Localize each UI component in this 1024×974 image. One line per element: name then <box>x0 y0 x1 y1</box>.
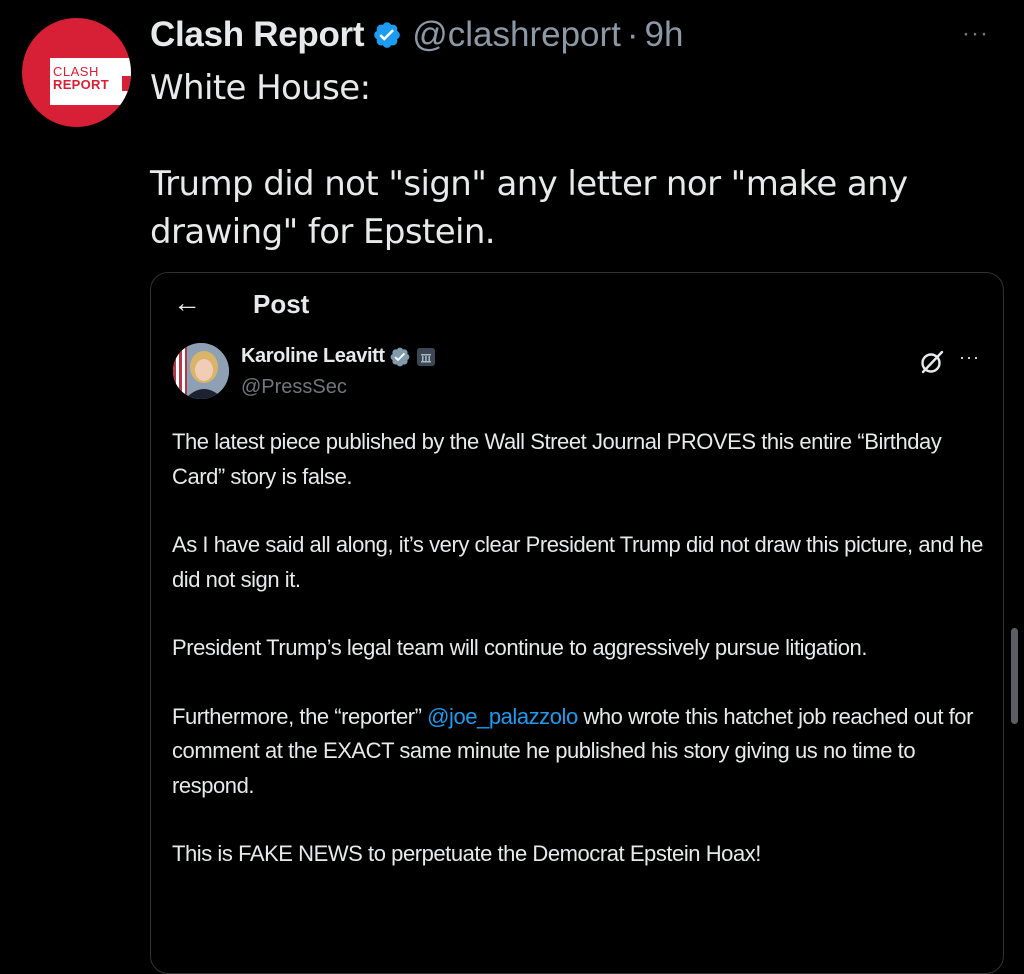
mention-prefix-text: Furthermore, the “reporter” <box>172 703 428 729</box>
quote-paragraph-with-mention: Furthermore, the “reporter” @joe_palazzo… <box>172 700 992 804</box>
quote-author-name[interactable]: Karoline Leavitt <box>241 345 385 368</box>
separator-dot: · <box>626 15 639 54</box>
author-name[interactable]: Clash Report <box>150 15 365 55</box>
post-header-title: Post <box>253 289 310 319</box>
quote-more-options-icon[interactable]: ··· <box>959 347 980 368</box>
post-time[interactable]: 9h <box>645 15 684 55</box>
quote-author-row: Karoline Leavitt <box>241 345 435 368</box>
quoted-post-card[interactable]: ← Post Karoline Leavitt @PressSec ··· Th… <box>150 272 1004 974</box>
mention-link[interactable]: @joe_palazzolo <box>427 704 578 729</box>
quote-paragraph: President Trump’s legal team will contin… <box>172 635 867 660</box>
clash-report-avatar[interactable]: CLASH REPORT <box>22 18 131 127</box>
more-options-icon[interactable]: ··· <box>962 20 1002 50</box>
scrollbar-thumb[interactable] <box>1011 628 1018 724</box>
karoline-leavitt-avatar[interactable] <box>173 343 229 399</box>
quote-paragraph: This is FAKE NEWS to perpetuate the Demo… <box>172 841 761 866</box>
arrow-left-icon[interactable]: ← <box>173 287 201 319</box>
quote-paragraph: The latest piece published by the Wall S… <box>172 429 942 489</box>
avatar-logo-line2: REPORT <box>53 77 109 92</box>
tweet-text: White House: Trump did not "sign" any le… <box>150 68 908 252</box>
avatar-logo-notch <box>122 76 131 91</box>
government-affiliate-icon <box>416 347 435 366</box>
gray-verified-badge-icon <box>390 347 410 366</box>
grok-icon[interactable] <box>919 349 945 375</box>
verified-badge-icon <box>374 22 401 48</box>
tweet-header: Clash Report @clashreport · 9h <box>150 12 683 58</box>
quote-author-handle[interactable]: @PressSec <box>241 376 347 399</box>
quoted-post-body: The latest piece published by the Wall S… <box>172 425 992 906</box>
author-handle[interactable]: @clashreport <box>412 15 621 55</box>
quote-paragraph: As I have said all along, it’s very clea… <box>172 532 983 592</box>
person-photo-icon <box>173 343 229 399</box>
